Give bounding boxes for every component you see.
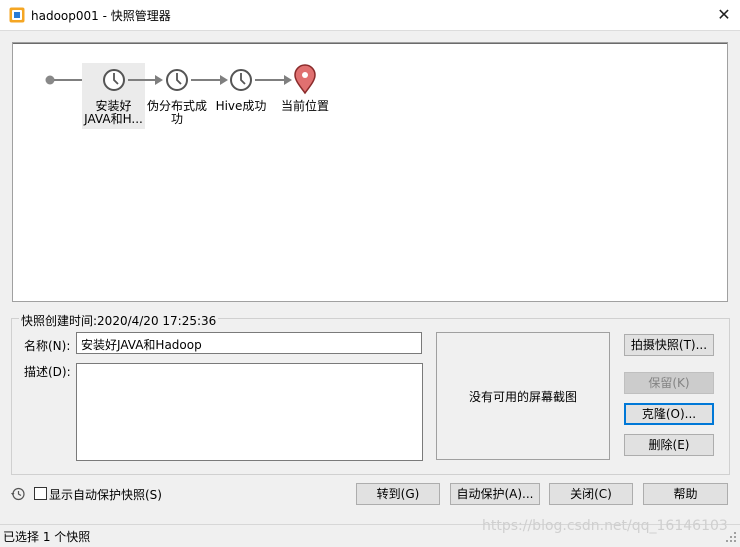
- snapshot-label[interactable]: 安装好 JAVA和H...: [82, 100, 145, 126]
- resize-grip-icon[interactable]: [724, 530, 738, 544]
- snapshot-label[interactable]: Hive成功: [211, 100, 271, 113]
- clock-icon[interactable]: [230, 69, 252, 91]
- connector-arrow: [255, 75, 292, 85]
- show-autoprotect-checkbox[interactable]: [34, 487, 47, 500]
- screenshot-placeholder-text: 没有可用的屏幕截图: [468, 389, 577, 404]
- screenshot-preview: 没有可用的屏幕截图: [436, 332, 610, 460]
- history-icon: [11, 487, 25, 501]
- clone-button[interactable]: 克隆(O)...: [624, 403, 714, 425]
- snapshot-tree: [45, 63, 316, 129]
- status-text: 已选择 1 个快照: [3, 530, 91, 544]
- window-title: hadoop001 - 快照管理器: [31, 9, 171, 23]
- close-button[interactable]: 关闭(C): [549, 483, 633, 505]
- title-bar: hadoop001 - 快照管理器 ✕: [0, 0, 740, 31]
- clock-icon[interactable]: [166, 69, 188, 91]
- take-snapshot-button[interactable]: 拍摄快照(T)...: [624, 334, 714, 356]
- snapshot-label-line: 当前位置: [280, 99, 329, 113]
- keep-button[interactable]: 保留(K): [624, 372, 714, 394]
- snapshot-label[interactable]: 伪分布式成 功: [145, 100, 209, 126]
- snapshot-label[interactable]: 当前位置: [275, 100, 335, 113]
- watermark-text: https://blog.csdn.net/qq_16146103: [482, 518, 728, 534]
- help-button[interactable]: 帮助: [643, 483, 728, 505]
- close-icon[interactable]: ✕: [708, 0, 740, 30]
- goto-button[interactable]: 转到(G): [356, 483, 440, 505]
- snapshot-label-line: JAVA和H...: [84, 112, 143, 126]
- name-label: 名称(N):: [24, 339, 71, 353]
- description-label: 描述(D):: [24, 365, 71, 379]
- root-node: [45, 75, 55, 85]
- snapshot-description-input[interactable]: [76, 363, 423, 461]
- snapshot-name-input[interactable]: 安装好JAVA和Hadoop: [76, 332, 422, 354]
- clock-icon[interactable]: [103, 69, 125, 91]
- vmware-app-icon: [9, 7, 25, 23]
- snapshot-created-time: 快照创建时间:2020/4/20 17:25:36: [19, 312, 219, 329]
- show-autoprotect-label[interactable]: 显示自动保护快照(S): [49, 486, 162, 503]
- snapshot-label-line: Hive成功: [215, 99, 267, 113]
- delete-button[interactable]: 删除(E): [624, 434, 714, 456]
- autoprotect-button[interactable]: 自动保护(A)...: [450, 483, 540, 505]
- snapshot-label-line: 功: [170, 112, 183, 126]
- connector-arrow: [191, 75, 228, 85]
- snapshot-tree-canvas[interactable]: 安装好 JAVA和H... 伪分布式成 功 Hive成功 当前位置: [12, 42, 728, 302]
- location-pin-icon[interactable]: [294, 64, 316, 95]
